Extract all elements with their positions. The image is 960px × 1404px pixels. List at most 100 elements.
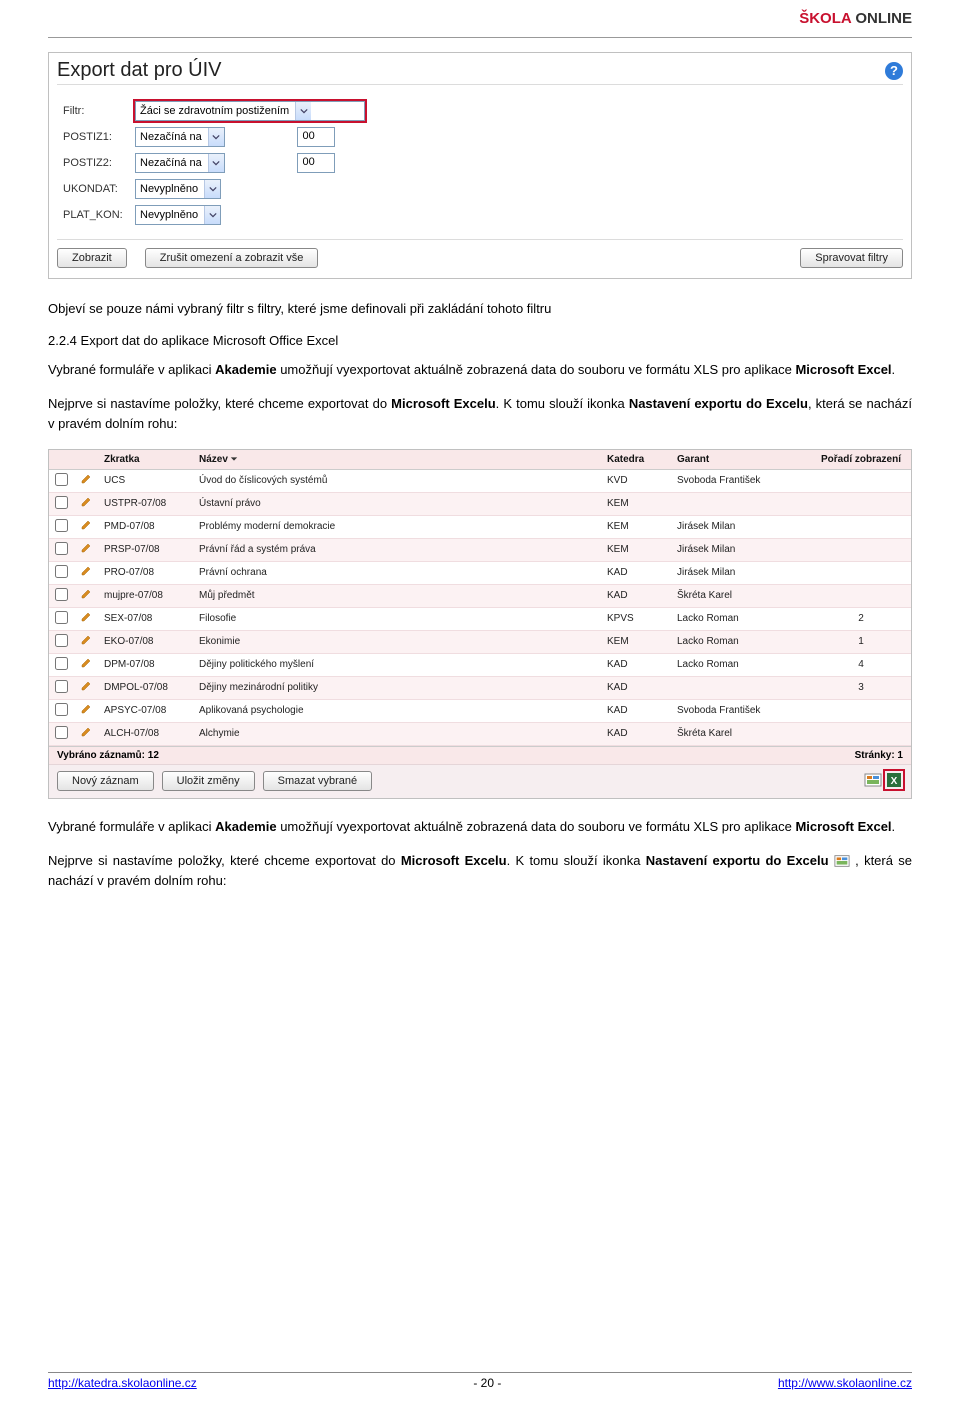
cell: KAD	[601, 676, 671, 699]
show-button[interactable]: Zobrazit	[57, 248, 127, 268]
edit-icon[interactable]	[80, 657, 92, 669]
platkon-op-select[interactable]: Nevyplněno	[135, 205, 221, 225]
edit-icon[interactable]	[80, 703, 92, 715]
cell	[811, 699, 911, 722]
col-katedra[interactable]: Katedra	[601, 450, 671, 470]
table-row: DMPOL-07/08Dějiny mezinárodní politikyKA…	[49, 676, 911, 699]
cell: Aplikovaná psychologie	[193, 699, 601, 722]
cell: Ekonimie	[193, 630, 601, 653]
filter-select[interactable]: Žáci se zdravotním postižením	[135, 101, 365, 121]
col-zkratka[interactable]: Zkratka	[98, 450, 193, 470]
help-icon[interactable]: ?	[885, 62, 903, 80]
row-checkbox[interactable]	[55, 565, 68, 578]
table-row: PMD-07/08Problémy moderní demokracieKEMJ…	[49, 515, 911, 538]
row-checkbox[interactable]	[55, 496, 68, 509]
delete-selected-button[interactable]: Smazat vybrané	[263, 771, 372, 791]
row-checkbox[interactable]	[55, 680, 68, 693]
cell: Dějiny mezinárodní politiky	[193, 676, 601, 699]
edit-icon[interactable]	[80, 496, 92, 508]
excel-settings-icon[interactable]	[864, 771, 882, 789]
postiz1-value-input[interactable]: 00	[297, 127, 335, 147]
edit-icon[interactable]	[80, 726, 92, 738]
footer-right-link[interactable]: http://www.skolaonline.cz	[778, 1376, 912, 1390]
table-row: APSYC-07/08Aplikovaná psychologieKADSvob…	[49, 699, 911, 722]
table-row: EKO-07/08EkonimieKEMLacko Roman1	[49, 630, 911, 653]
ukondat-op-select[interactable]: Nevyplněno	[135, 179, 221, 199]
col-garant[interactable]: Garant	[671, 450, 811, 470]
cell: mujpre-07/08	[98, 584, 193, 607]
table-row: mujpre-07/08Můj předmětKADŠkréta Karel	[49, 584, 911, 607]
cell: 4	[811, 653, 911, 676]
sort-desc-icon	[230, 454, 238, 465]
row-checkbox[interactable]	[55, 588, 68, 601]
row-checkbox[interactable]	[55, 703, 68, 716]
row-label: POSTIZ2:	[59, 151, 129, 175]
cell	[811, 515, 911, 538]
cell: Svoboda František	[671, 699, 811, 722]
page-footer: http://katedra.skolaonline.cz - 20 - htt…	[48, 1372, 912, 1390]
row-checkbox[interactable]	[55, 519, 68, 532]
table-row: PRO-07/08Právní ochranaKADJirásek Milan	[49, 561, 911, 584]
new-record-button[interactable]: Nový záznam	[57, 771, 154, 791]
page-number: - 20 -	[473, 1376, 501, 1390]
edit-icon[interactable]	[80, 565, 92, 577]
postiz2-op-select[interactable]: Nezačíná na	[135, 153, 225, 173]
cell	[671, 492, 811, 515]
page-header: ŠKOLA ONLINE	[48, 10, 912, 38]
chevron-down-icon	[295, 102, 311, 120]
edit-icon[interactable]	[80, 473, 92, 485]
cell: ALCH-07/08	[98, 722, 193, 745]
col-nazev[interactable]: Název	[193, 450, 601, 470]
filter-label: Filtr:	[59, 99, 129, 123]
cell: Svoboda František	[671, 469, 811, 492]
brand-logo: ŠKOLA ONLINE	[799, 10, 912, 27]
cell: Úvod do číslicových systémů	[193, 469, 601, 492]
grid-footer: Vybráno záznamů: 12 Stránky: 1	[49, 746, 911, 764]
cell: Ústavní právo	[193, 492, 601, 515]
cell: Alchymie	[193, 722, 601, 745]
cell: Problémy moderní demokracie	[193, 515, 601, 538]
row-label: PLAT_KON:	[59, 203, 129, 227]
edit-icon[interactable]	[80, 680, 92, 692]
cell: KAD	[601, 584, 671, 607]
row-label: UKONDAT:	[59, 177, 129, 201]
cell: UCS	[98, 469, 193, 492]
row-checkbox[interactable]	[55, 634, 68, 647]
cell: KAD	[601, 699, 671, 722]
cell: KEM	[601, 515, 671, 538]
col-poradi[interactable]: Pořadí zobrazení	[811, 450, 911, 470]
cell: Škréta Karel	[671, 722, 811, 745]
postiz2-value-input[interactable]: 00	[297, 153, 335, 173]
cell: KEM	[601, 492, 671, 515]
cell	[671, 676, 811, 699]
edit-icon[interactable]	[80, 519, 92, 531]
cell: Lacko Roman	[671, 630, 811, 653]
pages-count: Stránky: 1	[855, 750, 903, 761]
row-checkbox[interactable]	[55, 473, 68, 486]
export-excel-icon[interactable]: X	[885, 771, 903, 789]
save-changes-button[interactable]: Uložit změny	[162, 771, 255, 791]
row-checkbox[interactable]	[55, 542, 68, 555]
cell: PRSP-07/08	[98, 538, 193, 561]
row-checkbox[interactable]	[55, 611, 68, 624]
cell	[811, 561, 911, 584]
row-checkbox[interactable]	[55, 726, 68, 739]
cell: Lacko Roman	[671, 653, 811, 676]
manage-filters-button[interactable]: Spravovat filtry	[800, 248, 903, 268]
reset-button[interactable]: Zrušit omezení a zobrazit vše	[145, 248, 319, 268]
cell: 1	[811, 630, 911, 653]
grid-screenshot: Zkratka Název Katedra Garant Pořadí zobr…	[48, 449, 912, 799]
cell: DPM-07/08	[98, 653, 193, 676]
cell: SEX-07/08	[98, 607, 193, 630]
footer-left-link[interactable]: http://katedra.skolaonline.cz	[48, 1376, 197, 1390]
edit-icon[interactable]	[80, 611, 92, 623]
cell: EKO-07/08	[98, 630, 193, 653]
row-checkbox[interactable]	[55, 657, 68, 670]
cell	[811, 584, 911, 607]
edit-icon[interactable]	[80, 542, 92, 554]
brand-dark: ONLINE	[851, 10, 912, 27]
edit-icon[interactable]	[80, 634, 92, 646]
postiz1-op-select[interactable]: Nezačíná na	[135, 127, 225, 147]
edit-icon[interactable]	[80, 588, 92, 600]
cell: Můj předmět	[193, 584, 601, 607]
